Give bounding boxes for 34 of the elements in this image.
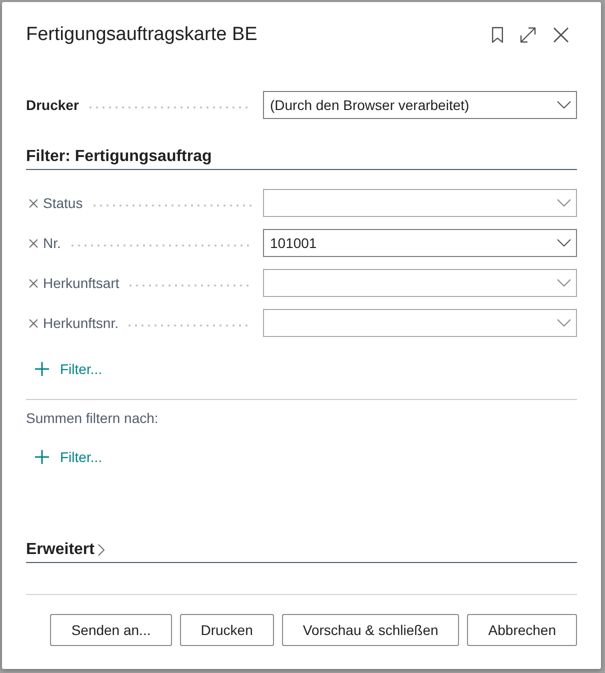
field-label: Drucker [26,96,79,114]
chevron-down-icon [557,279,571,287]
field-label: Nr. [43,234,61,252]
cross-icon[interactable] [29,238,38,248]
chevron-down-icon [557,239,571,247]
dropdown-field[interactable]: 101001 [263,229,577,257]
add-filter-link[interactable]: Filter... [35,357,102,381]
field-label: Herkunftsart [43,274,120,292]
dropdown-field[interactable] [263,269,577,297]
chevron-down-icon [557,319,571,327]
plus-icon [35,450,49,464]
cross-icon[interactable] [29,278,38,288]
section-toggle[interactable]: Erweitert [26,538,106,562]
field-label: Status [43,194,83,212]
chevron-down-icon [557,101,571,109]
cross-icon[interactable] [29,198,38,208]
close-icon[interactable] [553,27,569,43]
add-filter-link[interactable]: Filter... [35,445,102,469]
section-label: Summen filtern nach: [26,409,158,428]
dialog-title: Fertigungsauftragskarte BE [26,23,258,47]
expand-icon[interactable] [520,27,536,43]
dialog-button[interactable]: Senden an... [50,614,172,646]
section-heading: Filter: Fertigungsauftrag [26,147,212,167]
dialog-button[interactable]: Vorschau & schließen [282,614,460,646]
dropdown-field[interactable] [263,189,577,217]
field-label: Herkunftsnr. [43,314,118,332]
dialog-button[interactable]: Drucken [180,614,274,646]
chevron-down-icon [557,199,571,207]
dropdown-field[interactable] [263,309,577,337]
bookmark-icon[interactable] [492,27,503,43]
cross-icon[interactable] [29,318,38,328]
plus-icon [35,362,49,376]
dialog-button[interactable]: Abbrechen [467,614,577,646]
dropdown-field[interactable]: (Durch den Browser verarbeitet) [263,91,577,119]
